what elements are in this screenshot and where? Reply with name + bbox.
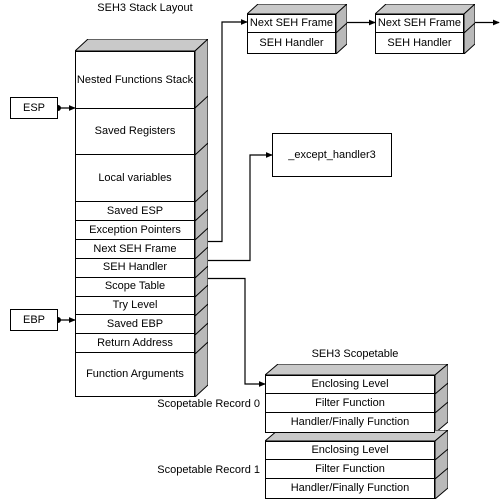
- connector-esp-to-stack: [55, 105, 76, 111]
- stack-row-seh-handler[interactable]: SEH Handler: [76, 258, 194, 278]
- stack-row-saved-esp[interactable]: Saved ESP: [76, 202, 194, 221]
- seh-frame-block-0: Next SEH Frame SEH Handler: [247, 4, 347, 54]
- stack-row-return-address[interactable]: Return Address: [76, 334, 194, 354]
- scopetable-record-0-caption: Scopetable Record 0: [157, 398, 260, 410]
- seh-frame-0-row-seh-handler[interactable]: SEH Handler: [248, 33, 335, 53]
- stack-row-nested-functions-stack[interactable]: Nested Functions Stack: [76, 52, 194, 109]
- seh-frame-0-row-next-seh-frame[interactable]: Next SEH Frame: [248, 15, 335, 34]
- scopetable-record-0: Enclosing Level Filter Function Handler/…: [265, 364, 448, 433]
- scopetable-0-row-enclosing-level[interactable]: Enclosing Level: [266, 376, 434, 395]
- except-handler3-box[interactable]: _except_handler3: [272, 133, 392, 177]
- seh-frame-1-row-next-seh-frame[interactable]: Next SEH Frame: [376, 15, 463, 34]
- scopetable-record-1-caption: Scopetable Record 1: [157, 464, 260, 476]
- scopetable-diagram-title: SEH3 Scopetable: [311, 348, 399, 360]
- scopetable-1-row-enclosing-level[interactable]: Enclosing Level: [266, 442, 434, 461]
- scopetable-0-row-filter-function[interactable]: Filter Function: [266, 394, 434, 413]
- stack-row-next-seh-frame[interactable]: Next SEH Frame: [76, 239, 194, 259]
- seh-frame-0-front-face: Next SEH Frame SEH Handler: [247, 14, 336, 54]
- diagram-canvas: SEH3 Stack Layout SEH3 Scopetable ESP EB…: [0, 0, 500, 500]
- stack-diagram-title: SEH3 Stack Layout: [97, 2, 193, 14]
- stack-front-face: Nested Functions Stack Saved Registers L…: [75, 51, 195, 397]
- seh3-stack-block: Nested Functions Stack Saved Registers L…: [75, 39, 208, 397]
- scopetable-record-1-front-face: Enclosing Level Filter Function Handler/…: [265, 441, 435, 499]
- stack-row-exception-pointers[interactable]: Exception Pointers: [76, 221, 194, 240]
- stack-row-local-variables[interactable]: Local variables: [76, 155, 194, 203]
- scopetable-record-0-front-face: Enclosing Level Filter Function Handler/…: [265, 375, 435, 433]
- connector-seh-handler: [198, 152, 273, 264]
- scopetable-1-row-handler-finally-function[interactable]: Handler/Finally Function: [266, 478, 434, 498]
- seh-frame-1-row-seh-handler[interactable]: SEH Handler: [376, 33, 463, 53]
- register-box-ebp[interactable]: EBP: [10, 309, 58, 331]
- stack-row-function-arguments[interactable]: Function Arguments: [76, 353, 194, 396]
- stack-row-saved-registers[interactable]: Saved Registers: [76, 108, 194, 156]
- seh-frame-block-1: Next SEH Frame SEH Handler: [375, 4, 475, 54]
- register-box-esp[interactable]: ESP: [10, 97, 58, 119]
- connector-ebp-to-stack: [55, 317, 76, 323]
- stack-row-try-level[interactable]: Try Level: [76, 296, 194, 316]
- connector-scope-table: [198, 275, 266, 387]
- seh-frame-1-front-face: Next SEH Frame SEH Handler: [375, 14, 464, 54]
- stack-row-scope-table[interactable]: Scope Table: [76, 277, 194, 297]
- stack-row-saved-ebp[interactable]: Saved EBP: [76, 315, 194, 335]
- scopetable-record-1: Enclosing Level Filter Function Handler/…: [265, 430, 448, 499]
- scopetable-0-row-handler-finally-function[interactable]: Handler/Finally Function: [266, 412, 434, 432]
- scopetable-1-row-filter-function[interactable]: Filter Function: [266, 460, 434, 479]
